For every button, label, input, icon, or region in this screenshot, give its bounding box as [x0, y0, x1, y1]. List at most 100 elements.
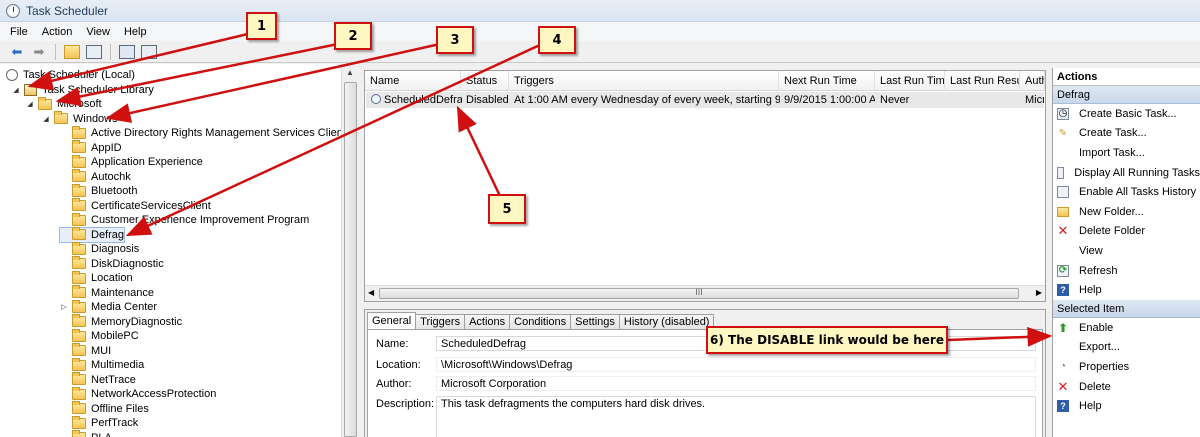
tree-item-autochk[interactable]: Autochk [60, 169, 131, 185]
tab-settings[interactable]: Settings [570, 314, 620, 330]
tree-item-library[interactable]: ◢ Task Scheduler Library [12, 83, 154, 98]
action-view[interactable]: View [1053, 241, 1200, 261]
tree-scrollbar[interactable]: ▲ [341, 64, 359, 437]
tab-general[interactable]: General [367, 312, 417, 330]
task-list[interactable]: Name Status Triggers Next Run Time Last … [364, 70, 1046, 302]
menu-action[interactable]: Action [42, 26, 73, 38]
action-delete[interactable]: ✕ Delete [1053, 377, 1200, 397]
name-label: Name: [376, 338, 409, 350]
tree-item-memorydiagnostic[interactable]: MemoryDiagnostic [60, 314, 182, 330]
table-row[interactable]: ScheduledDefrag Disabled At 1:00 AM ever… [366, 92, 1044, 108]
tree-item-appid[interactable]: AppID [60, 140, 122, 156]
actions-section-defrag[interactable]: Defrag [1053, 86, 1200, 104]
tree-item-customer-experience-improvement-program[interactable]: Customer Experience Improvement Program [60, 212, 309, 228]
actions-pane: Actions Defrag ◷ Create Basic Task... ✎ Cr… [1052, 68, 1200, 437]
action-properties[interactable]: ◔ Properties [1053, 357, 1200, 377]
action-import-task[interactable]: Import Task... [1053, 143, 1200, 163]
create-basic-task-icon: ◷ [1057, 107, 1069, 120]
blank-icon [1057, 245, 1069, 257]
tab-actions[interactable]: Actions [464, 314, 511, 330]
tree-item-media-center[interactable]: ▷ Media Center [60, 299, 157, 315]
tab-history[interactable]: History (disabled) [618, 314, 715, 330]
tree-item-active-directory-rights-management-services-client[interactable]: Active Directory Rights Management Servi… [60, 125, 346, 141]
tree-item-mobilepc[interactable]: MobilePC [60, 328, 139, 344]
tree-item-diagnosis[interactable]: Diagnosis [60, 241, 139, 257]
task-name-cell: ScheduledDefrag [366, 92, 462, 108]
tree-item-maintenance[interactable]: Maintenance [60, 285, 154, 301]
collapse-triangle-icon[interactable]: ◢ [26, 100, 34, 108]
help-icon[interactable] [118, 44, 136, 60]
tab-conditions[interactable]: Conditions [509, 314, 572, 330]
show-hide-console-tree-icon[interactable] [85, 44, 103, 60]
action-refresh[interactable]: ⟳ Refresh [1053, 261, 1200, 281]
task-last-run: Never [880, 94, 910, 106]
tree-item-location[interactable]: Location [60, 270, 133, 286]
scroll-left-icon[interactable]: ◀ [368, 288, 374, 297]
forward-arrow-icon[interactable]: ➡ [30, 44, 48, 60]
tree-item-pla[interactable]: PLA [60, 430, 112, 437]
tree-item-offline-files[interactable]: Offline Files [60, 401, 149, 417]
tree-item-label: NetworkAccessProtection [91, 388, 217, 401]
action-label: Create Task... [1079, 127, 1147, 140]
tree-item-certificateservicesclient[interactable]: CertificateServicesClient [60, 198, 211, 214]
action-enable-tasks-history[interactable]: Enable All Tasks History [1053, 182, 1200, 202]
expand-triangle-icon[interactable]: ▷ [60, 303, 68, 311]
collapse-triangle-icon[interactable]: ◢ [42, 115, 50, 123]
column-last-run-result[interactable]: Last Run Result [945, 71, 1020, 91]
scrollbar-thumb[interactable] [344, 82, 357, 437]
location-label: Location: [376, 359, 421, 371]
column-next-run-time[interactable]: Next Run Time [779, 71, 875, 91]
column-last-run-time[interactable]: Last Run Time [875, 71, 945, 91]
folder-icon [72, 386, 86, 400]
up-folder-icon[interactable] [63, 44, 81, 60]
task-scheduler-app-icon [6, 3, 20, 18]
menu-help[interactable]: Help [124, 26, 147, 38]
tree-item-nettrace[interactable]: NetTrace [60, 372, 136, 388]
action-help[interactable]: ? Help [1053, 280, 1200, 300]
tree-item-diskdiagnostic[interactable]: DiskDiagnostic [60, 256, 164, 272]
action-label: Properties [1079, 360, 1130, 373]
description-field[interactable]: This task defragments the computers hard… [436, 396, 1036, 437]
action-create-task[interactable]: ✎ Create Task... [1053, 124, 1200, 144]
tree-item-microsoft[interactable]: ◢ Microsoft [26, 96, 102, 112]
tree-item-application-experience[interactable]: Application Experience [60, 154, 203, 170]
tree-item-bluetooth[interactable]: Bluetooth [60, 183, 137, 199]
scrollbar-thumb[interactable]: III [379, 287, 1019, 299]
tree-item-label: Windows [73, 112, 118, 125]
action-create-basic-task[interactable]: ◷ Create Basic Task... [1053, 104, 1200, 124]
column-author[interactable]: Auth [1020, 71, 1045, 91]
scroll-right-icon[interactable]: ▶ [1036, 288, 1042, 297]
tree-item-networkaccessprotection[interactable]: NetworkAccessProtection [60, 386, 217, 402]
action-export[interactable]: Export... [1053, 338, 1200, 358]
tree-item-windows[interactable]: ◢ Windows [42, 111, 118, 127]
toolbar: ⬅ ➡ [0, 41, 1200, 63]
enable-arrow-icon: ⬆ [1057, 320, 1069, 335]
actions-section-selected-item[interactable]: Selected Item [1053, 299, 1200, 318]
tree-item-mui[interactable]: MUI [60, 343, 111, 359]
tree-item-defrag[interactable]: Defrag [58, 226, 126, 243]
scroll-up-icon[interactable]: ▲ [346, 68, 354, 77]
tree-item-label: PLA [91, 432, 112, 437]
console-tree[interactable]: Task Scheduler (Local) ◢ Task Scheduler … [0, 64, 346, 437]
folder-icon [72, 169, 86, 183]
action-new-folder[interactable]: New Folder... [1053, 202, 1200, 222]
collapse-triangle-icon[interactable]: ◢ [12, 86, 20, 94]
tree-item-perftrack[interactable]: PerfTrack [60, 415, 138, 431]
back-arrow-icon[interactable]: ⬅ [8, 44, 26, 60]
tree-item-multimedia[interactable]: Multimedia [60, 357, 144, 373]
folder-icon [72, 285, 86, 299]
column-triggers[interactable]: Triggers [509, 71, 779, 91]
menu-view[interactable]: View [86, 26, 110, 38]
column-name[interactable]: Name [365, 71, 461, 91]
action-delete-folder[interactable]: ✕ Delete Folder [1053, 222, 1200, 242]
tree-item-label: Active Directory Rights Management Servi… [91, 127, 346, 140]
tree-item-root[interactable]: Task Scheduler (Local) [6, 68, 135, 83]
action-enable[interactable]: ⬆ Enable [1053, 318, 1200, 338]
tab-triggers[interactable]: Triggers [415, 314, 466, 330]
horizontal-scrollbar[interactable]: ◀ III ▶ [365, 285, 1045, 301]
show-hide-action-pane-icon[interactable] [140, 44, 158, 60]
menu-file[interactable]: File [10, 26, 28, 38]
column-status[interactable]: Status [461, 71, 509, 91]
action-display-running-tasks[interactable]: Display All Running Tasks [1053, 163, 1200, 183]
action-help-selected[interactable]: ? Help [1053, 396, 1200, 416]
